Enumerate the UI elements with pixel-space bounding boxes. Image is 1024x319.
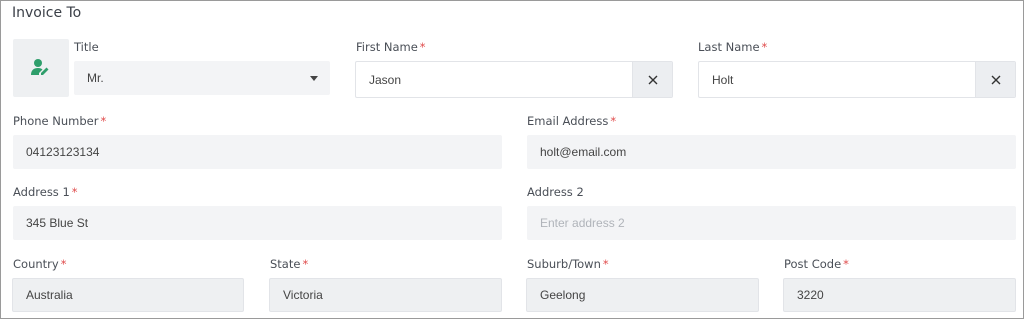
caret-down-icon — [310, 76, 318, 81]
last-name-label: Last Name * — [698, 40, 768, 54]
last-name-value: Holt — [712, 72, 734, 87]
address2-label: Address 2 — [527, 185, 584, 199]
address1-value: 345 Blue St — [26, 216, 89, 230]
first-name-value: Jason — [369, 72, 402, 87]
email-value: holt@email.com — [540, 145, 627, 159]
suburb-label: Suburb/Town * — [527, 257, 609, 271]
suburb-input[interactable]: Geelong — [526, 278, 759, 312]
title-label: Title — [74, 40, 99, 54]
phone-label: Phone Number * — [13, 114, 107, 128]
clear-first-name-button[interactable] — [632, 62, 672, 97]
state-value: Victoria — [283, 288, 323, 302]
first-name-input[interactable]: Jason — [355, 61, 673, 98]
postcode-input[interactable]: 3220 — [783, 278, 1016, 312]
address1-label: Address 1 * — [13, 185, 78, 199]
address2-placeholder: Enter address 2 — [540, 216, 625, 230]
address1-input[interactable]: 345 Blue St — [13, 206, 502, 240]
clear-last-name-button[interactable] — [975, 62, 1015, 97]
address2-input[interactable]: Enter address 2 — [527, 206, 1016, 240]
country-label: Country * — [13, 257, 67, 271]
invoice-to-panel: Invoice To Title Mr. First Name * Jason L… — [0, 0, 1024, 319]
state-label: State * — [270, 257, 309, 271]
state-input[interactable]: Victoria — [269, 278, 502, 312]
country-input[interactable]: Australia — [12, 278, 244, 312]
phone-input[interactable]: 04123123134 — [13, 135, 502, 169]
section-title: Invoice To — [12, 5, 82, 21]
phone-value: 04123123134 — [26, 145, 100, 159]
email-input[interactable]: holt@email.com — [527, 135, 1016, 169]
user-edit-icon — [31, 59, 49, 75]
country-value: Australia — [26, 288, 73, 302]
close-icon — [991, 75, 1000, 84]
title-select-value: Mr. — [87, 71, 104, 85]
suburb-value: Geelong — [540, 288, 586, 302]
postcode-value: 3220 — [797, 288, 824, 302]
first-name-label: First Name * — [356, 40, 426, 54]
avatar-button[interactable] — [13, 39, 69, 97]
title-select[interactable]: Mr. — [74, 61, 330, 95]
email-label: Email Address * — [527, 114, 617, 128]
close-icon — [648, 75, 657, 84]
last-name-input[interactable]: Holt — [698, 61, 1016, 98]
postcode-label: Post Code * — [784, 257, 849, 271]
